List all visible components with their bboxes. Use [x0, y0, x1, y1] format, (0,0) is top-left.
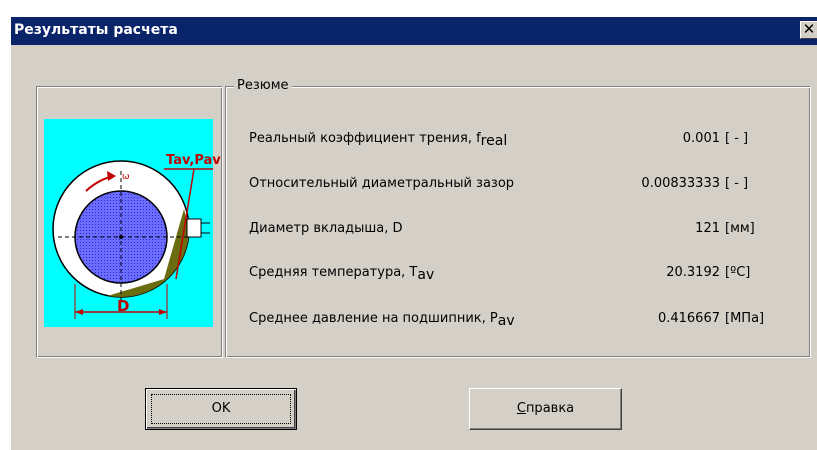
summary-group: Резюме Реальный коэффициент трения, frea…	[225, 78, 812, 358]
title-bar[interactable]: Результаты расчета ✕	[11, 17, 817, 45]
clearance-value: 0.00833333	[641, 176, 720, 191]
window-title: Результаты расчета	[14, 22, 178, 38]
temperature-label: Средняя температура, T	[249, 265, 418, 280]
temperature-pressure-label: Tav,Pav	[166, 153, 221, 168]
temperature-value: 20.3192	[666, 265, 720, 280]
friction-label: Реальный коэффициент трения, f	[249, 131, 481, 146]
picture-panel: ω Tav,Pav D	[36, 86, 223, 358]
help-mnemonic: С	[516, 401, 526, 416]
help-button-label: правка	[525, 401, 575, 416]
diameter-unit: [мм]	[725, 221, 755, 236]
results-dialog: Результаты расчета ✕ ω Tav,Pav D Резюме …	[10, 16, 817, 450]
diameter-label-text: Диаметр вкладыша, D	[249, 221, 403, 236]
pressure-subscript: av	[497, 313, 515, 329]
temperature-unit: [ºC]	[725, 265, 751, 280]
help-button[interactable]: Справка	[469, 388, 622, 430]
pressure-row: Среднее давление на подшипник, Pav 0.416…	[226, 311, 812, 331]
friction-subscript: real	[480, 133, 508, 149]
diameter-value: 121	[695, 221, 720, 236]
pressure-value: 0.416667	[657, 311, 720, 326]
friction-value: 0.001	[682, 131, 720, 146]
summary-legend: Резюме	[234, 78, 292, 93]
friction-unit: [ - ]	[725, 131, 749, 146]
clearance-label: Относительный диаметральный зазор	[249, 176, 515, 191]
clearance-row: Относительный диаметральный зазор 0.0083…	[226, 176, 812, 196]
ok-button[interactable]: OK	[145, 388, 297, 430]
pressure-label: Среднее давление на подшипник, P	[249, 311, 498, 326]
svg-text:ω: ω	[122, 172, 130, 182]
ok-button-label: OK	[211, 401, 231, 416]
bearing-diagram-icon: ω Tav,Pav D	[44, 119, 221, 327]
temperature-subscript: av	[417, 267, 435, 283]
close-button[interactable]: ✕	[800, 21, 817, 39]
temperature-row: Средняя температура, Tav 20.3192 [ºC]	[226, 265, 812, 285]
diameter-label: D	[117, 297, 130, 315]
pressure-unit: [МПа]	[725, 311, 765, 326]
diameter-row: Диаметр вкладыша, D 121 [мм]	[226, 221, 812, 241]
friction-row: Реальный коэффициент трения, freal 0.001…	[226, 131, 812, 151]
clearance-unit: [ - ]	[725, 176, 749, 191]
